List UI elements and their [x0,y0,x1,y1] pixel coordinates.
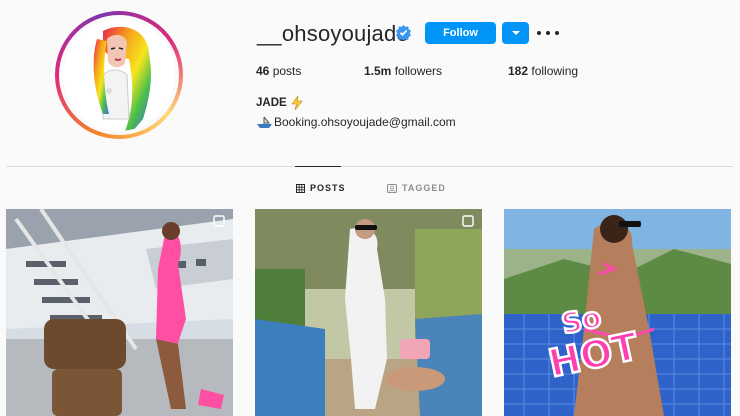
followers-link[interactable]: 1.5m followers [364,64,474,78]
tagged-icon [387,183,397,193]
profile-stats: 46 posts 1.5m followers 182 following [256,64,612,78]
post-image [6,209,233,416]
follow-button[interactable]: Follow [425,22,496,44]
multi-post-icon [213,215,225,227]
posts-count: 46 posts [256,64,302,78]
grid-icon [296,183,305,193]
post-thumbnail[interactable]: So HOT [504,209,731,416]
profile-bio: Booking.ohsoyoujade@gmail.com [256,115,456,129]
profile-avatar[interactable] [55,11,183,139]
tab-tagged[interactable]: TAGGED [387,183,446,193]
multi-post-icon [462,215,474,227]
profile-username: __ohsoyoujade [257,21,409,46]
boat-icon [257,116,272,128]
post-thumbnail[interactable] [6,209,233,416]
avatar-image [63,19,175,131]
more-options-icon[interactable] [537,24,559,42]
profile-full-name: JADE [256,96,303,110]
following-link[interactable]: 182 following [508,64,578,78]
lightning-icon [291,96,303,110]
verified-badge-icon [396,25,411,40]
tab-posts[interactable]: POSTS [296,183,346,193]
suggested-accounts-button[interactable] [502,22,529,44]
post-image [255,209,482,416]
post-thumbnail[interactable] [255,209,482,416]
chevron-down-icon [511,31,520,35]
post-image: So HOT [504,209,731,416]
active-tab-indicator [295,166,341,167]
section-divider [6,166,733,167]
